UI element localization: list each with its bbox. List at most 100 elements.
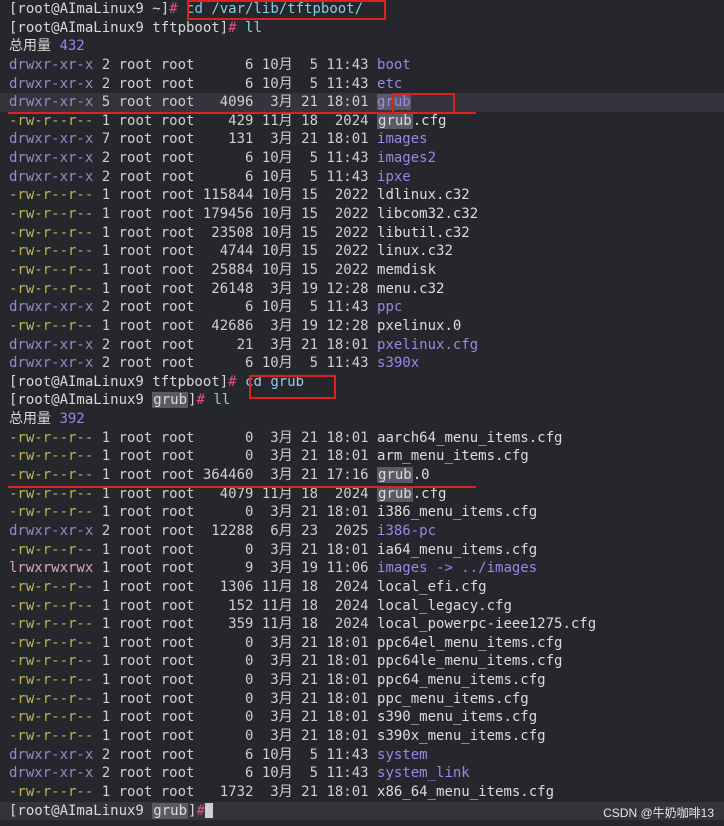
file-name: pxelinux.0 — [377, 317, 462, 334]
cursor — [204, 803, 213, 819]
prompt: [root@AImaLinux9 tftpboot] — [9, 19, 229, 36]
listing-row: -rw-r--r-- 1 root root 364460 3月 21 17:1… — [0, 466, 724, 485]
permissions: drwxr-xr-x — [9, 168, 94, 185]
watermark: CSDN @牛奶咖啡13 — [603, 806, 714, 820]
permissions: drwxr-xr-x — [9, 355, 94, 372]
permissions: -rw-r--r-- — [9, 541, 94, 558]
listing-row: -rw-r--r-- 1 root root 0 3月 21 18:01 arm… — [0, 447, 724, 466]
permissions: -rw-r--r-- — [9, 280, 94, 297]
command-text: ll — [245, 19, 262, 36]
file-meta: 1 root root 0 3月 21 18:01 — [93, 709, 378, 726]
file-meta: 2 root root 6 10月 5 11:43 — [93, 56, 378, 73]
listing-row: drwxr-xr-x 5 root root 4096 3月 21 18:01 … — [0, 93, 724, 112]
permissions: -rw-r--r-- — [9, 243, 94, 260]
prompt-hash: # — [228, 373, 237, 390]
listing-row: -rw-r--r-- 1 root root 0 3月 21 18:01 s39… — [0, 727, 724, 746]
total-label: 总用量 — [9, 411, 51, 428]
file-name: ppc64_menu_items.cfg — [377, 672, 546, 689]
file-meta: 1 root root 23508 10月 15 2022 — [93, 224, 378, 241]
file-meta: 2 root root 6 10月 5 11:43 — [93, 355, 378, 372]
file-name: grub.0 — [377, 467, 430, 484]
file-meta: 1 root root 0 3月 21 18:01 — [93, 634, 378, 651]
file-name: memdisk — [377, 261, 437, 278]
permissions: drwxr-xr-x — [9, 336, 94, 353]
search-highlight: grub — [377, 467, 413, 484]
listing-row: drwxr-xr-x 2 root root 6 10月 5 11:43 boo… — [0, 56, 724, 75]
listing-row: drwxr-xr-x 2 root root 6 10月 5 11:43 sys… — [0, 764, 724, 783]
directory-name: boot — [377, 56, 411, 73]
directory-name: system — [377, 746, 428, 763]
file-meta: 2 root root 6 10月 5 11:43 — [93, 168, 378, 185]
file-name: libutil.c32 — [377, 224, 470, 241]
file-meta: 1 root root 359 11月 18 2024 — [93, 616, 378, 633]
listing-row: -rw-r--r-- 1 root root 0 3月 21 18:01 ppc… — [0, 690, 724, 709]
file-meta: 1 root root 1306 11月 18 2024 — [93, 578, 378, 595]
file-meta: 1 root root 0 3月 21 18:01 — [93, 653, 378, 670]
listing-row: -rw-r--r-- 1 root root 42686 3月 19 12:28… — [0, 317, 724, 336]
total-value: 392 — [59, 411, 85, 428]
total-value: 432 — [59, 38, 85, 55]
file-meta: 1 root root 364460 3月 21 17:16 — [93, 467, 378, 484]
file-meta: 5 root root 4096 3月 21 18:01 — [93, 94, 378, 111]
file-name: local_efi.cfg — [377, 578, 487, 595]
permissions: drwxr-xr-x — [9, 94, 94, 111]
listing-row: drwxr-xr-x 2 root root 6 10月 5 11:43 s39… — [0, 354, 724, 373]
file-name: local_legacy.cfg — [377, 597, 512, 614]
permissions: -rw-r--r-- — [9, 727, 94, 744]
listing-row: -rw-r--r-- 1 root root 0 3月 21 18:01 ppc… — [0, 634, 724, 653]
file-name: menu.c32 — [377, 280, 445, 297]
listing-row: -rw-r--r-- 1 root root 152 11月 18 2024 l… — [0, 597, 724, 616]
file-meta: 2 root root 6 10月 5 11:43 — [93, 299, 378, 316]
file-name: ldlinux.c32 — [377, 187, 470, 204]
file-meta: 2 root root 6 10月 5 11:43 — [93, 75, 378, 92]
permissions: -rw-r--r-- — [9, 224, 94, 241]
prompt-prefix: [root@AImaLinux9 — [9, 802, 153, 819]
directory-name: grub — [377, 94, 411, 111]
listing-row: -rw-r--r-- 1 root root 0 3月 21 18:01 s39… — [0, 708, 724, 727]
file-meta: 1 root root 25884 10月 15 2022 — [93, 261, 378, 278]
file-meta: 1 root root 0 3月 21 18:01 — [93, 541, 378, 558]
permissions: lrwxrwxrwx — [9, 560, 94, 577]
file-name: x86_64_menu_items.cfg — [377, 783, 555, 800]
file-name: ppc64le_menu_items.cfg — [377, 653, 563, 670]
prompt-hash: # — [169, 1, 178, 17]
listing-row: -rw-r--r-- 1 root root 1306 11月 18 2024 … — [0, 578, 724, 597]
file-name: ppc64el_menu_items.cfg — [377, 634, 563, 651]
listing-row: -rw-r--r-- 1 root root 359 11月 18 2024 l… — [0, 615, 724, 634]
file-meta: 7 root root 131 3月 21 18:01 — [93, 131, 378, 148]
directory-name: etc — [377, 75, 403, 92]
permissions: drwxr-xr-x — [9, 150, 94, 167]
file-meta: 1 root root 42686 3月 19 12:28 — [93, 317, 378, 334]
symlink-name: images -> ../images — [377, 560, 538, 577]
file-meta: 1 root root 4079 11月 18 2024 — [93, 485, 378, 502]
listing-row: drwxr-xr-x 2 root root 6 10月 5 11:43 ima… — [0, 149, 724, 168]
permissions: drwxr-xr-x — [9, 56, 94, 73]
listing-row: drwxr-xr-x 2 root root 12288 6月 23 2025 … — [0, 522, 724, 541]
listing-row: -rw-r--r-- 1 root root 179456 10月 15 202… — [0, 205, 724, 224]
directory-name: system_link — [377, 765, 470, 782]
permissions: -rw-r--r-- — [9, 187, 94, 204]
terminal-output[interactable]: [root@AImaLinux9 ~]# cd /var/lib/tftpboo… — [0, 0, 724, 821]
file-meta: 1 root root 1732 3月 21 18:01 — [93, 783, 378, 800]
permissions: -rw-r--r-- — [9, 261, 94, 278]
prompt-hash: # — [228, 19, 237, 36]
file-meta: 2 root root 6 10月 5 11:43 — [93, 150, 378, 167]
directory-listing: -rw-r--r-- 1 root root 0 3月 21 18:01 aar… — [0, 429, 724, 802]
listing-row: -rw-r--r-- 1 root root 4744 10月 15 2022 … — [0, 242, 724, 261]
prompt: [root@AImaLinux9 ~] — [9, 1, 170, 17]
permissions: drwxr-xr-x — [9, 765, 94, 782]
listing-row: -rw-r--r-- 1 root root 429 11月 18 2024 g… — [0, 112, 724, 131]
file-name: grub.cfg — [377, 485, 446, 502]
annotation-underline-grub0 — [8, 486, 476, 488]
file-name: s390x_menu_items.cfg — [377, 727, 546, 744]
prompt: [root@AImaLinux9 tftpboot] — [9, 373, 229, 390]
directory-name: pxelinux.cfg — [377, 336, 479, 353]
file-meta: 1 root root 152 11月 18 2024 — [93, 597, 378, 614]
directory-listing: drwxr-xr-x 2 root root 6 10月 5 11:43 boo… — [0, 56, 724, 373]
prompt-hash: # — [196, 802, 205, 819]
prompt-line: [root@AImaLinux9 grub]# ll — [0, 391, 724, 410]
permissions: drwxr-xr-x — [9, 75, 94, 92]
directory-name: s390x — [377, 355, 420, 372]
file-name: i386_menu_items.cfg — [377, 504, 538, 521]
file-name: grub.cfg — [377, 112, 446, 129]
